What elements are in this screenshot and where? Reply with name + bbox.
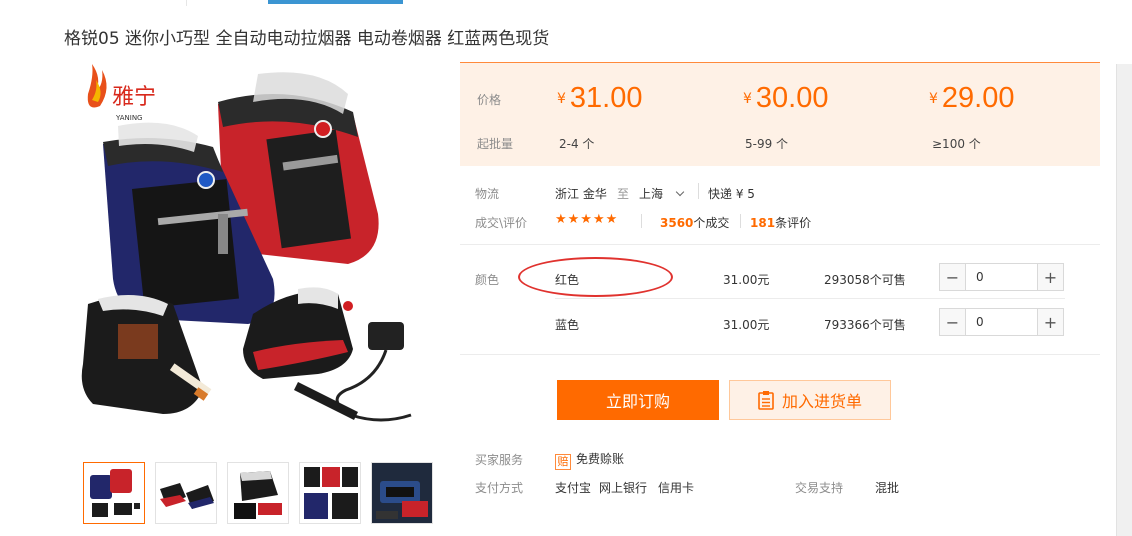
divider: [460, 354, 1100, 355]
svg-text:YANING: YANING: [115, 114, 142, 122]
thumbnail-3[interactable]: [227, 462, 289, 524]
compensation-badge-icon: 赔: [555, 454, 571, 470]
logistics-to-word: 至: [617, 187, 630, 201]
divider: [460, 244, 1100, 245]
buyer-service-item[interactable]: 赔免费赊账: [555, 450, 624, 470]
thumbnail-5[interactable]: [371, 462, 433, 524]
thumbnail-1[interactable]: [83, 462, 145, 524]
thumbnail-2[interactable]: [155, 462, 217, 524]
logistics-from: 浙江 金华: [555, 187, 607, 201]
price-label: 价格: [477, 93, 502, 107]
qty-tier-3: ≥100 个: [932, 137, 981, 151]
variant-label: 颜色: [475, 273, 500, 287]
decrement-button[interactable]: −: [940, 309, 966, 335]
decrement-button[interactable]: −: [940, 264, 966, 290]
variant-price-blue: 31.00元: [723, 318, 770, 332]
buy-now-button[interactable]: 立即订购: [557, 380, 719, 420]
divider: [555, 298, 1065, 299]
shipping-method: 快递 ¥ 5: [708, 187, 755, 201]
rating-stars-icon: ★★★★★: [555, 212, 619, 227]
qty-tier-2: 5-99 个: [745, 137, 789, 151]
logistics-destination: 上海: [639, 187, 664, 201]
thumbnail-strip: [83, 462, 433, 524]
increment-button[interactable]: +: [1037, 264, 1063, 290]
quantity-input[interactable]: 0: [966, 264, 1037, 290]
side-panel-edge: [1116, 64, 1132, 536]
clipboard-icon: [758, 391, 774, 410]
add-to-cart-button[interactable]: 加入进货单: [729, 380, 891, 420]
variant-stock-red: 293058个可售: [824, 273, 906, 287]
trade-support-value: 混批: [875, 481, 900, 495]
quantity-stepper-blue: − 0 +: [939, 308, 1064, 336]
review-count-link[interactable]: 181条评价: [750, 214, 811, 231]
logistics-label: 物流: [475, 187, 500, 201]
brand-logo: 雅宁 YANING: [87, 64, 156, 122]
increment-button[interactable]: +: [1037, 309, 1063, 335]
buyer-service-text: 免费赊账: [576, 452, 625, 466]
payment-label: 支付方式: [475, 481, 524, 495]
trade-support-label: 交易支持: [795, 481, 844, 495]
svg-text:雅宁: 雅宁: [112, 85, 156, 110]
quantity-stepper-red: − 0 +: [939, 263, 1064, 291]
deals-count-link[interactable]: 3560个成交: [660, 214, 729, 231]
logistics-destination-select[interactable]: 上海: [639, 185, 685, 202]
payment-method-bank: 网上银行: [599, 481, 648, 495]
main-product-image[interactable]: 雅宁 YANING: [68, 64, 438, 439]
highlight-annotation: [518, 257, 673, 297]
price-tier-3: ¥29.00: [929, 82, 1015, 114]
variant-price-red: 31.00元: [723, 273, 770, 287]
price-tier-1: ¥31.00: [557, 82, 643, 114]
price-tier-2: ¥30.00: [743, 82, 829, 114]
payment-method-alipay: 支付宝: [555, 481, 592, 495]
active-tab-indicator: [268, 0, 403, 4]
variant-name-blue[interactable]: 蓝色: [555, 316, 579, 333]
payment-method-credit: 信用卡: [658, 481, 695, 495]
variant-stock-blue: 793366个可售: [824, 318, 906, 332]
moq-label: 起批量: [477, 137, 514, 151]
qty-tier-1: 2-4 个: [559, 137, 595, 151]
quantity-input[interactable]: 0: [966, 309, 1037, 335]
thumbnail-4[interactable]: [299, 462, 361, 524]
chevron-down-icon: [675, 187, 685, 197]
buyer-service-label: 买家服务: [475, 453, 524, 467]
price-panel: 价格 起批量 ¥31.00 ¥30.00 ¥29.00 2-4 个 5-99 个…: [460, 62, 1100, 166]
reviews-label: 成交\评价: [475, 216, 528, 230]
top-tab-strip: [0, 0, 1132, 6]
product-title: 格锐05 迷你小巧型 全自动电动拉烟器 电动卷烟器 红蓝两色现货: [64, 29, 550, 49]
add-to-cart-label: 加入进货单: [781, 392, 862, 411]
